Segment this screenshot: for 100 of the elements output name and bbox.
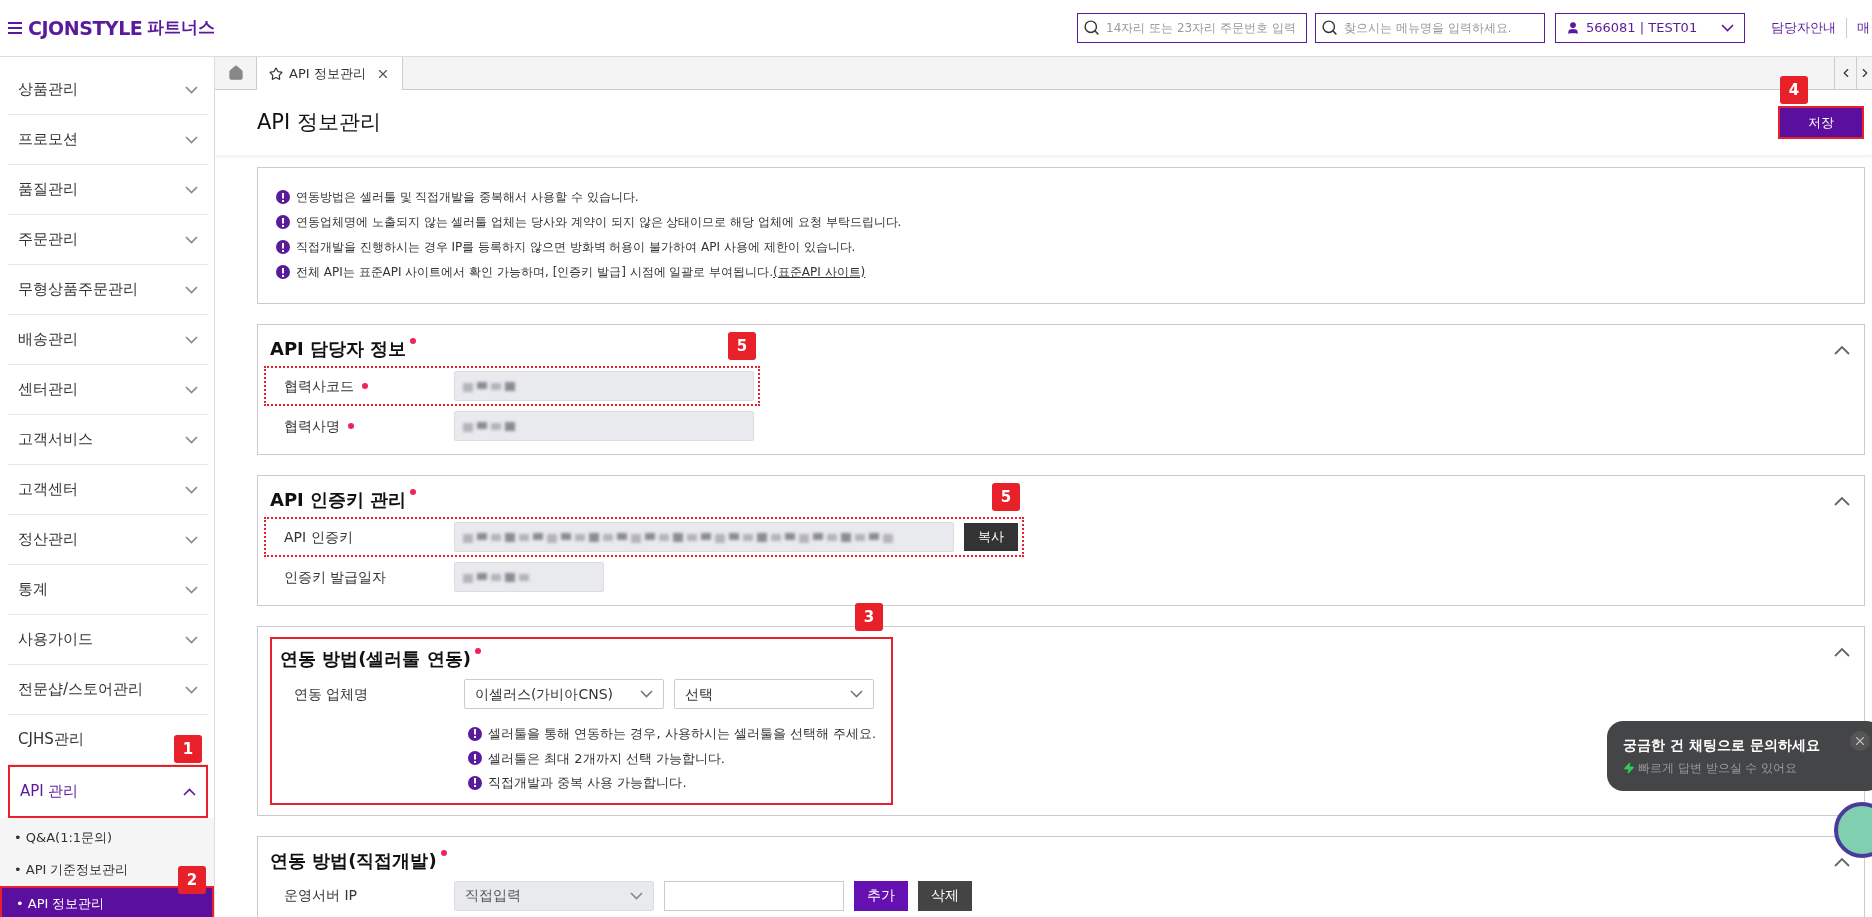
header-link[interactable]: 담당자안내	[1771, 18, 1846, 38]
collapse-icon[interactable]	[1834, 496, 1850, 506]
star-icon	[269, 66, 283, 81]
sidebar-item[interactable]: 사용가이드	[8, 615, 208, 664]
sidebar-item[interactable]: 정산관리	[8, 515, 208, 564]
logo-suffix: 파트너스	[147, 16, 216, 40]
chevron-down-icon	[630, 891, 643, 900]
user-icon	[1566, 21, 1580, 35]
collapse-icon[interactable]	[1834, 856, 1850, 867]
collapse-icon[interactable]	[1834, 345, 1850, 355]
chevron-down-icon	[185, 235, 198, 244]
submenu-item[interactable]: • API 정보관리	[2, 888, 212, 917]
chevron-down-icon	[1721, 24, 1734, 32]
field-label: API 인증키	[284, 527, 353, 547]
exclamation-icon	[468, 775, 482, 790]
chevron-up-icon	[183, 787, 196, 796]
field-label: 연동 업체명	[294, 684, 369, 704]
chevron-down-icon	[185, 85, 198, 94]
dropdown[interactable]: 선택	[674, 679, 874, 709]
chevron-down-icon	[185, 135, 198, 144]
sidebar-item[interactable]: 고객서비스	[8, 415, 208, 464]
dropdown[interactable]: 이셀러스(가비아CNS)	[464, 679, 664, 709]
ip-input-field[interactable]	[664, 880, 844, 911]
logo[interactable]: CJONSTYLE	[28, 13, 143, 43]
note-text: 셀러툴을 통해 연동하는 경우, 사용하시는 셀러툴을 선택해 주세요.	[488, 725, 877, 743]
section-title: API 인증키 관리	[270, 488, 407, 512]
field-label: 협력사명	[284, 416, 340, 436]
step-number-badge: 1	[174, 735, 202, 763]
sidebar-item[interactable]: 센터관리	[8, 365, 208, 414]
chevron-down-icon	[850, 690, 863, 698]
section-title: 연동 방법(직접개발)	[270, 848, 437, 873]
page-title: API 정보관리	[257, 108, 381, 136]
exclamation-icon	[468, 751, 482, 766]
field-label: 운영서버 IP	[284, 886, 358, 905]
chevron-down-icon	[185, 585, 198, 594]
chevron-down-icon	[185, 685, 198, 694]
collapse-icon[interactable]	[1834, 647, 1850, 657]
lightning-icon	[1623, 762, 1635, 774]
exclamation-icon	[276, 265, 290, 279]
sidebar-item[interactable]: 주문관리	[8, 215, 208, 264]
field-label: 인증키 발급일자	[284, 567, 387, 587]
step-number-badge: 2	[178, 866, 206, 894]
submenu-item[interactable]: • Q&A(1:1문의)	[0, 822, 214, 854]
menu-icon[interactable]	[8, 22, 22, 34]
section-title: API 담당자 정보	[270, 337, 407, 361]
chevron-down-icon	[185, 635, 198, 644]
search-icon	[1083, 19, 1100, 36]
menu-search-field[interactable]: 찾으시는 메뉴명을 입력하세요.	[1315, 13, 1545, 43]
step-number-badge: 5	[992, 483, 1020, 511]
chevron-down-icon	[185, 485, 198, 494]
readonly-field[interactable]	[454, 411, 754, 441]
chevron-down-icon	[185, 335, 198, 344]
chevron-down-icon	[185, 385, 198, 394]
header-link[interactable]: 매	[1846, 18, 1870, 38]
step-number-badge: 5	[728, 332, 756, 360]
note-text: 셀러툴은 최대 2개까지 선택 가능합니다.	[488, 749, 725, 768]
exclamation-icon	[468, 726, 482, 741]
save-button[interactable]: 저장	[1780, 108, 1862, 137]
section-title: 연동 방법(셀러툴 연동)	[280, 647, 471, 671]
delete-button[interactable]: 삭제	[918, 880, 972, 911]
step-number-badge: 3	[855, 603, 883, 631]
sidebar-item[interactable]: 무형상품주문관리	[8, 265, 208, 314]
home-icon	[227, 65, 244, 81]
exclamation-icon	[276, 190, 290, 204]
search-icon	[1321, 19, 1338, 36]
account-dropdown[interactable]: 566081 | TEST01	[1555, 13, 1745, 43]
notice-text: 연동방법은 셀러툴 및 직접개발을 중복해서 사용할 수 있습니다.	[296, 189, 639, 206]
sidebar-item[interactable]: 상품관리	[8, 65, 208, 114]
sidebar-item[interactable]: API 관리	[10, 767, 206, 816]
sidebar-item[interactable]: 전문샵/스토어관리	[8, 665, 208, 714]
chevron-down-icon	[185, 535, 198, 544]
chevron-down-icon	[185, 185, 198, 194]
add-button[interactable]: 추가	[854, 880, 908, 911]
chevron-down-icon	[185, 285, 198, 294]
sidebar-item[interactable]: 배송관리	[8, 315, 208, 364]
sidebar-item[interactable]: 고객센터	[8, 465, 208, 514]
readonly-field[interactable]	[454, 371, 754, 401]
chevron-down-icon	[185, 435, 198, 444]
sidebar-item[interactable]: 통계	[8, 565, 208, 614]
order-search-field[interactable]: 14자리 또는 23자리 주문번호 입력	[1077, 13, 1307, 43]
close-icon[interactable]	[1850, 731, 1870, 751]
field-label: 협력사코드	[284, 376, 354, 396]
dropdown[interactable]: 직접입력	[454, 880, 654, 911]
step-number-badge: 4	[1780, 76, 1808, 104]
exclamation-icon	[276, 240, 290, 254]
notice-text: 전체 API는 표준API 사이트에서 확인 가능하며, [인증키 발급] 시점에 일괄로 부여됩니다.(표준API 사이트)	[296, 264, 866, 281]
note-text: 직접개발과 중복 사용 가능합니다.	[488, 774, 687, 792]
notice-text: 연동업체명에 노출되지 않는 셀러툴 업체는 당사와 계약이 되지 않은 상태이므로 해당 업체에 요청 부탁드립니다.	[296, 214, 902, 231]
sidebar-item[interactable]: 프로모션	[8, 115, 208, 164]
readonly-field[interactable]	[454, 562, 604, 592]
readonly-field[interactable]	[454, 522, 954, 552]
tab[interactable]: API 정보관리	[257, 57, 403, 90]
chevron-down-icon	[640, 690, 653, 698]
standard-api-link[interactable]: (표준API 사이트)	[773, 265, 866, 279]
chat-title: 궁금한 건 채팅으로 문의하세요	[1623, 736, 1820, 755]
notice-text: 직접개발을 진행하시는 경우 IP를 등록하지 않으면 방화벽 허용이 불가하여 API 사용에 제한이 있습니다.	[296, 239, 856, 256]
chat-popup[interactable]: 궁금한 건 채팅으로 문의하세요 빠르게 답변 받으실 수 있어요	[1607, 721, 1872, 791]
copy-button[interactable]: 복사	[964, 523, 1018, 551]
chat-subtitle: 빠르게 답변 받으실 수 있어요	[1638, 760, 1798, 777]
sidebar-item[interactable]: 품질관리	[8, 165, 208, 214]
